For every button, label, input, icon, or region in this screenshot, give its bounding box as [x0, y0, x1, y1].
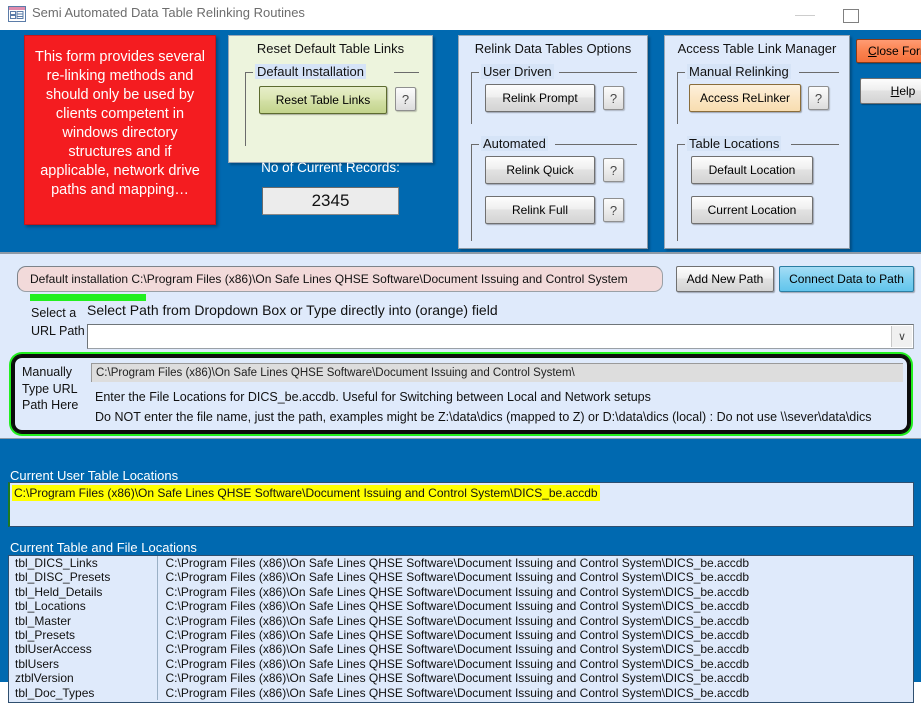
default-installation-path-field[interactable]: Default installation C:\Program Files (x… [17, 266, 663, 292]
manual-relinking-group: Manual Relinking Access ReLinker ? [677, 64, 839, 124]
table-locations-group: Table Locations Default Location Current… [677, 136, 839, 241]
close-form-button[interactable]: Close Form [856, 39, 921, 63]
access-table-link-manager-panel: Access Table Link Manager Manual Relinki… [664, 35, 850, 249]
table-name-cell: ztblVersion [9, 671, 158, 686]
warning-message: This form provides several re-linking me… [24, 35, 216, 225]
table-row[interactable]: tbl_DICS_Links C:\Program Files (x86)\On … [9, 556, 913, 571]
manual-url-help-line2: Do NOT enter the file name, just the pat… [95, 410, 872, 424]
records-count-label: No of Current Records: [261, 160, 400, 175]
reset-panel-title: Reset Default Table Links [256, 41, 405, 56]
table-row[interactable]: tbl_Doc_Types C:\Program Files (x86)\On S… [9, 685, 913, 701]
table-name-cell: tblUserAccess [9, 642, 158, 657]
table-name-cell: tbl_Master [9, 613, 158, 629]
table-name-cell: tbl_Doc_Types [9, 685, 158, 701]
table-row[interactable]: tbl_Presets C:\Program Files (x86)\On Saf… [9, 628, 913, 643]
table-name-cell: tblUsers [9, 656, 158, 672]
table-locations-label: Table Locations [687, 136, 782, 151]
window-title-bar: Semi Automated Data Table Relinking Rout… [0, 0, 921, 30]
relinking-form: This form provides several re-linking me… [0, 30, 921, 703]
current-user-table-location-row[interactable]: C:\Program Files (x86)\On Safe Lines QHS… [12, 485, 600, 501]
current-location-button[interactable]: Current Location [691, 196, 813, 224]
table-name-cell: tbl_DICS_Links [9, 556, 158, 571]
table-name-cell: tbl_DISC_Presets [9, 570, 158, 585]
manual-label-line3: Path Here [22, 398, 79, 412]
minimize-icon [795, 15, 815, 16]
maximize-icon [843, 9, 859, 23]
reset-table-links-help-button[interactable]: ? [395, 87, 416, 111]
manual-url-path-input[interactable]: C:\Program Files (x86)\On Safe Lines QHS… [91, 363, 903, 382]
table-row[interactable]: tblUserAccess C:\Program Files (x86)\On S… [9, 642, 913, 657]
manual-url-help-line1: Enter the File Locations for DICS_be.acc… [95, 390, 651, 404]
path-configuration-section: Default installation C:\Program Files (x… [0, 252, 921, 439]
table-name-cell: tbl_Held_Details [9, 584, 158, 600]
reset-default-table-links-panel: Reset Default Table Links Default Instal… [228, 35, 433, 163]
records-count-value: 2345 [262, 187, 399, 215]
table-path-cell: C:\Program Files (x86)\On Safe Lines QHS… [165, 628, 750, 643]
current-table-and-file-locations-header: Current Table and File Locations [10, 540, 197, 555]
relink-data-tables-options-panel: Relink Data Tables Options User Driven R… [458, 35, 648, 249]
user-driven-group: User Driven Relink Prompt ? [471, 64, 637, 124]
table-path-cell: C:\Program Files (x86)\On Safe Lines QHS… [165, 685, 750, 700]
default-location-button[interactable]: Default Location [691, 156, 813, 184]
url-path-dropdown[interactable]: ∨ [87, 324, 914, 349]
table-row[interactable]: tbl_Master C:\Program Files (x86)\On Safe… [9, 613, 913, 629]
access-relinker-button[interactable]: Access ReLinker [689, 84, 801, 112]
table-path-cell: C:\Program Files (x86)\On Safe Lines QHS… [165, 584, 750, 599]
access-panel-title: Access Table Link Manager [677, 41, 837, 56]
default-installation-group: Default Installation Reset Table Links ? [245, 64, 419, 146]
table-row[interactable]: tblUsers C:\Program Files (x86)\On Safe L… [9, 656, 913, 672]
relink-quick-help-button[interactable]: ? [603, 158, 624, 182]
relink-prompt-button[interactable]: Relink Prompt [485, 84, 595, 112]
table-path-cell: C:\Program Files (x86)\On Safe Lines QHS… [165, 613, 750, 628]
relink-full-help-button[interactable]: ? [603, 198, 624, 222]
close-form-label: lose Form [876, 44, 921, 58]
manual-url-path-box: Manually Type URL Path Here C:\Program F… [11, 354, 911, 434]
default-installation-label: Default Installation [255, 64, 366, 79]
help-button[interactable]: Help [860, 78, 921, 104]
relink-quick-button[interactable]: Relink Quick [485, 156, 595, 184]
select-url-path-label-line1: Select a [31, 306, 77, 320]
window-title: Semi Automated Data Table Relinking Rout… [32, 5, 305, 20]
select-path-hint: Select Path from Dropdown Box or Type di… [87, 302, 498, 318]
connect-data-to-path-button[interactable]: Connect Data to Path [779, 266, 914, 292]
table-row[interactable]: ztblVersion C:\Program Files (x86)\On Saf… [9, 671, 913, 686]
current-user-table-locations-header: Current User Table Locations [10, 468, 179, 483]
manual-label-line2: Type URL [22, 381, 78, 396]
current-table-and-file-locations-list[interactable]: tbl_DICS_Links C:\Program Files (x86)\On … [8, 555, 914, 703]
help-access-key: H [890, 84, 900, 98]
table-path-cell: C:\Program Files (x86)\On Safe Lines QHS… [165, 570, 750, 585]
table-path-cell: C:\Program Files (x86)\On Safe Lines QHS… [165, 642, 750, 657]
table-locations-table: tbl_DICS_Links C:\Program Files (x86)\On … [9, 556, 913, 701]
maximize-button[interactable] [828, 0, 874, 30]
minimize-button[interactable] [782, 0, 828, 30]
relink-panel-title: Relink Data Tables Options [474, 41, 632, 56]
automated-label: Automated [481, 136, 548, 151]
table-row[interactable]: tbl_Locations C:\Program Files (x86)\On S… [9, 599, 913, 614]
relink-full-button[interactable]: Relink Full [485, 196, 595, 224]
automated-group: Automated Relink Quick ? Relink Full ? [471, 136, 637, 241]
current-user-table-locations-list[interactable]: C:\Program Files (x86)\On Safe Lines QHS… [8, 482, 914, 527]
access-relinker-help-button[interactable]: ? [808, 86, 829, 110]
manual-url-path-label: Manually Type URL Path Here [22, 364, 88, 414]
select-url-path-label-line2: URL Path [31, 324, 85, 338]
manual-label-line1: Manually [22, 365, 73, 379]
table-path-cell: C:\Program Files (x86)\On Safe Lines QHS… [165, 656, 750, 671]
user-driven-label: User Driven [481, 64, 554, 79]
table-row[interactable]: tbl_DISC_Presets C:\Program Files (x86)\O… [9, 570, 913, 585]
table-row[interactable]: tbl_Held_Details C:\Program Files (x86)\O… [9, 584, 913, 600]
table-name-cell: tbl_Locations [9, 599, 158, 614]
relink-prompt-help-button[interactable]: ? [603, 86, 624, 110]
table-path-cell: C:\Program Files (x86)\On Safe Lines QHS… [165, 556, 750, 570]
table-window-icon [8, 6, 26, 22]
manual-relinking-label: Manual Relinking [687, 64, 791, 79]
table-name-cell: tbl_Presets [9, 628, 158, 643]
add-new-path-button[interactable]: Add New Path [676, 266, 774, 292]
table-path-cell: C:\Program Files (x86)\On Safe Lines QHS… [165, 671, 750, 686]
reset-table-links-button[interactable]: Reset Table Links [259, 86, 387, 114]
chevron-down-icon[interactable]: ∨ [891, 326, 912, 347]
table-path-cell: C:\Program Files (x86)\On Safe Lines QHS… [165, 599, 750, 614]
green-highlight-underline [30, 294, 146, 301]
help-label: elp [899, 84, 916, 98]
close-form-access-key: C [867, 44, 877, 58]
